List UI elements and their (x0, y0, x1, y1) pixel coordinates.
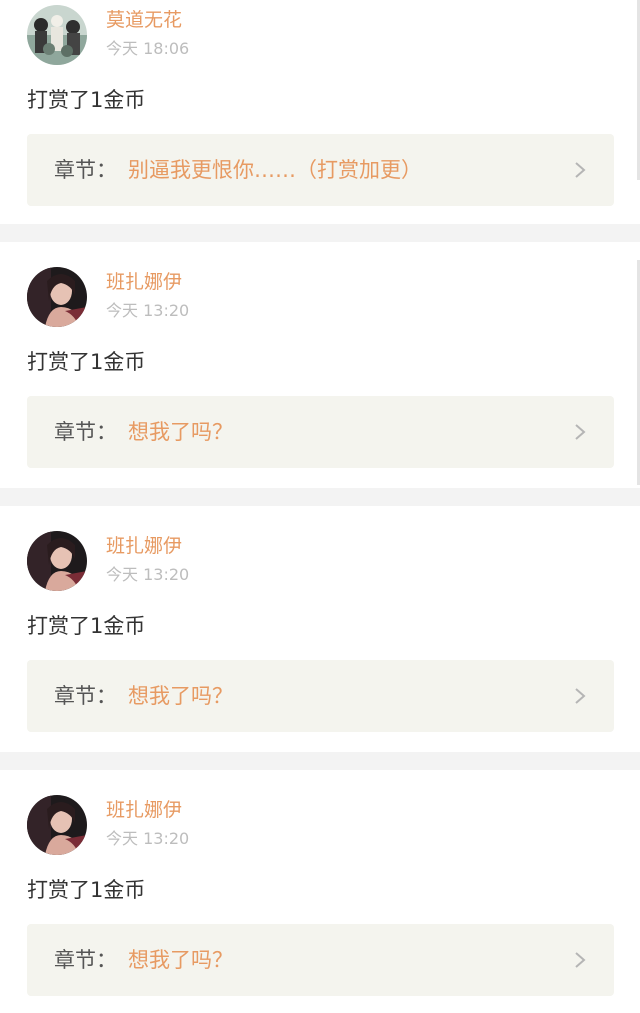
chapter-title: 想我了吗？ (128, 948, 233, 972)
chapter-label: 章节： (54, 684, 117, 708)
reward-action-text: 打赏了1金币 (27, 614, 146, 638)
chapter-label: 章节： (54, 420, 117, 444)
chapter-title: 想我了吗？ (128, 420, 233, 444)
timestamp: 今天 13:20 (106, 301, 190, 320)
reward-action-text: 打赏了1金币 (27, 878, 146, 902)
chapter-title: 别逼我更恨你……（打赏加更） (128, 158, 422, 182)
chevron-right-icon (575, 424, 586, 440)
timestamp: 今天 13:20 (106, 565, 190, 584)
chapter-link[interactable]: 章节： 想我了吗？ (27, 660, 614, 732)
reward-item: 莫道无花 今天 18:06 打赏了1金币 章节： 别逼我更恨你……（打赏加更） (0, 0, 640, 224)
chapter-title: 想我了吗？ (128, 684, 233, 708)
reward-feed: 莫道无花 今天 18:06 打赏了1金币 章节： 别逼我更恨你……（打赏加更） … (0, 0, 640, 1013)
reward-item: 班扎娜伊 今天 13:20 打赏了1金币 章节： 想我了吗？ (0, 506, 640, 752)
reward-action-text: 打赏了1金币 (27, 350, 146, 374)
chapter-link[interactable]: 章节： 想我了吗？ (27, 396, 614, 468)
username[interactable]: 班扎娜伊 (106, 799, 182, 821)
group-photo-avatar-icon (27, 5, 87, 65)
reward-action-text: 打赏了1金币 (27, 88, 146, 112)
chapter-link[interactable]: 章节： 想我了吗？ (27, 924, 614, 996)
chevron-right-icon (575, 952, 586, 968)
timestamp: 今天 18:06 (106, 39, 190, 58)
chapter-link[interactable]: 章节： 别逼我更恨你……（打赏加更） (27, 134, 614, 206)
user-avatar[interactable] (27, 795, 87, 855)
chevron-right-icon (575, 162, 586, 178)
reward-item: 班扎娜伊 今天 13:20 打赏了1金币 章节： 想我了吗？ (0, 242, 640, 488)
reward-item: 班扎娜伊 今天 13:20 打赏了1金币 章节： 想我了吗？ (0, 770, 640, 1013)
timestamp: 今天 13:20 (106, 829, 190, 848)
chapter-label: 章节： (54, 158, 117, 182)
portrait-avatar-icon (27, 795, 87, 855)
portrait-avatar-icon (27, 267, 87, 327)
user-avatar[interactable] (27, 5, 87, 65)
username[interactable]: 莫道无花 (106, 9, 182, 31)
chapter-label: 章节： (54, 948, 117, 972)
username[interactable]: 班扎娜伊 (106, 535, 182, 557)
user-avatar[interactable] (27, 267, 87, 327)
chevron-right-icon (575, 688, 586, 704)
user-avatar[interactable] (27, 531, 87, 591)
portrait-avatar-icon (27, 531, 87, 591)
username[interactable]: 班扎娜伊 (106, 271, 182, 293)
